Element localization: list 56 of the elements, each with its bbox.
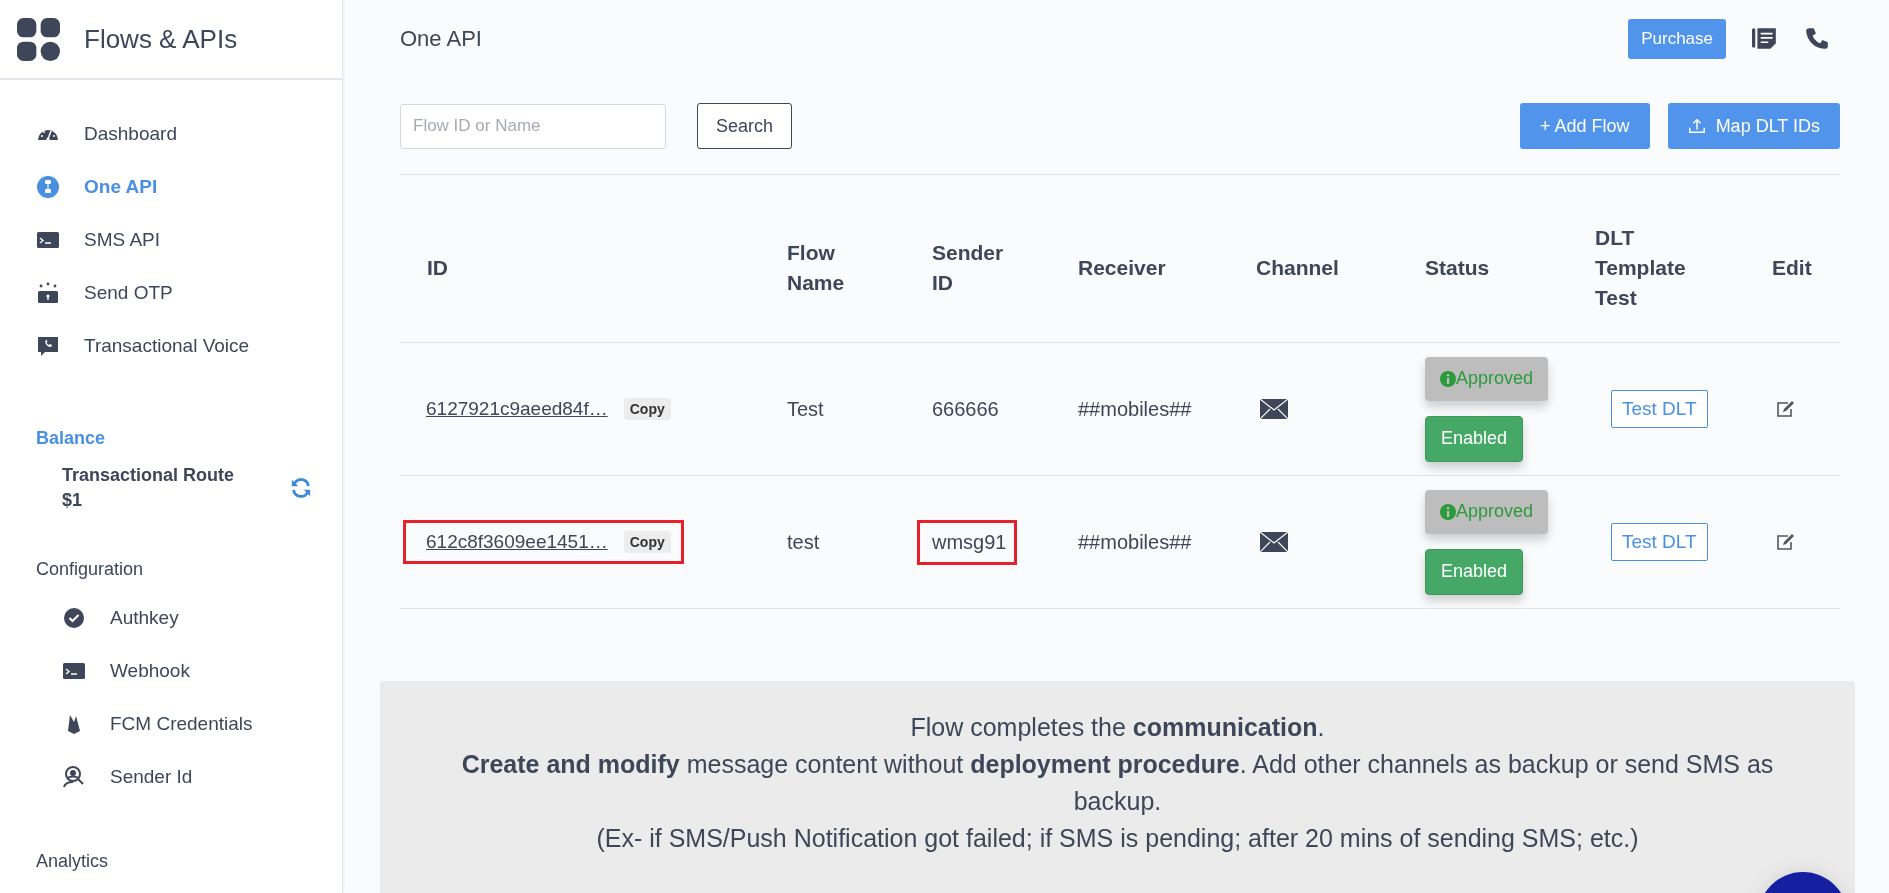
nav-item[interactable]: Dashboard — [36, 120, 342, 148]
table-cell-text: Test — [787, 397, 825, 421]
notes-icon[interactable] — [1752, 26, 1778, 52]
refresh-icon[interactable] — [290, 477, 312, 499]
page-title: One API — [400, 26, 482, 52]
check-badge-icon — [62, 606, 86, 630]
column-header: ID — [426, 254, 449, 281]
table-cell-text: ##mobiles## — [1078, 397, 1193, 421]
nav-item[interactable]: Webhook — [62, 657, 342, 685]
nav-item[interactable]: FCM Credentials — [62, 710, 342, 738]
nav-item[interactable]: Send OTP — [36, 279, 342, 307]
column-header: Edit — [1772, 254, 1813, 281]
envelope-icon — [1260, 399, 1288, 419]
edit-icon[interactable] — [1776, 533, 1796, 551]
sidebar-title: Flows & APIs — [84, 23, 238, 55]
envelope-icon — [1260, 532, 1288, 552]
column-header: DLT Template Test — [1595, 224, 1687, 311]
nav-item[interactable]: Transactional Voice — [36, 332, 342, 360]
approved-badge: Approved — [1425, 489, 1549, 534]
chat-phone-icon — [36, 334, 60, 358]
lock-icon — [36, 281, 60, 305]
column-header: Receiver — [1078, 254, 1167, 281]
copy-button[interactable]: Copy — [623, 531, 671, 553]
nav-item[interactable]: SMS API — [36, 226, 342, 254]
info-text: (Ex- if SMS/Push Notification got failed; if SMS is pending; after 20 mins of sending SMS; etc.) — [595, 823, 1640, 854]
column-header: Status — [1425, 254, 1491, 281]
search-field[interactable]: Flow ID or Name — [400, 103, 666, 149]
nav-item[interactable]: Authkey — [62, 604, 342, 632]
search-button[interactable]: Search — [697, 103, 793, 149]
copy-button[interactable]: Copy — [623, 398, 671, 420]
section-title: Configuration — [36, 559, 145, 580]
enabled-badge: Enabled — [1425, 415, 1524, 462]
flow-id-link[interactable]: 612c8f3609ee1451… — [426, 531, 608, 553]
column-header: Flow Name — [787, 239, 846, 296]
edit-icon[interactable] — [1776, 400, 1796, 418]
table-cell-text: ##mobiles## — [1078, 530, 1193, 554]
flow-id-link[interactable]: 6127921c9aeed84f… — [426, 398, 608, 420]
phone-icon[interactable] — [1804, 26, 1830, 52]
route-name: Transactional Route — [62, 465, 235, 486]
nav-item[interactable]: Sender Id — [62, 763, 342, 791]
column-header: Channel — [1256, 254, 1340, 281]
enabled-badge: Enabled — [1425, 548, 1524, 595]
upload-icon — [1687, 117, 1706, 135]
info-text: Create and modify message content without deployment procedure. Add other channels as backup or send SMS as backup. — [460, 749, 1775, 817]
table-cell-text: test — [787, 530, 821, 554]
apps-grid-icon — [17, 17, 60, 61]
user-search-icon — [62, 765, 86, 789]
section-title: Analytics — [36, 851, 110, 872]
table-cell-text: 666666 — [931, 396, 1000, 422]
balance-amount: $1 — [62, 490, 84, 511]
info-text: Flow completes the communication. — [909, 712, 1326, 743]
flow-icon — [36, 175, 60, 199]
column-header: Sender ID — [932, 239, 1005, 296]
table-cell: wmsg91 — [917, 519, 1018, 565]
section-title: Balance — [36, 428, 107, 449]
approved-badge: Approved — [1425, 356, 1549, 401]
